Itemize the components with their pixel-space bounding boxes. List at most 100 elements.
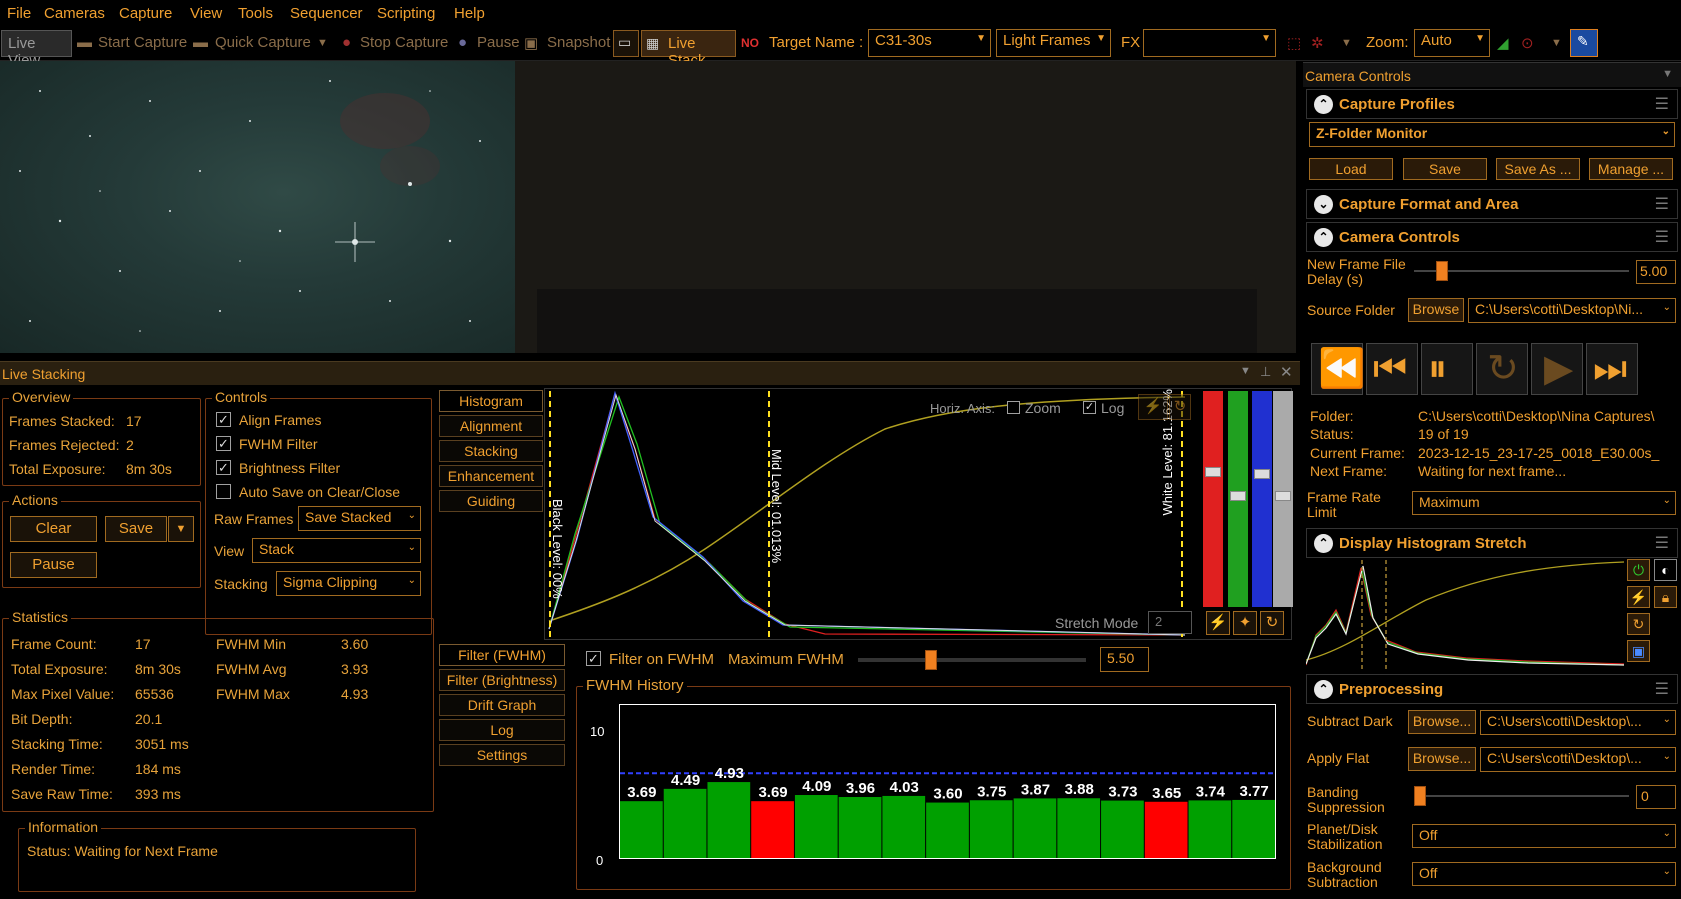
tab-alignment[interactable]: Alignment: [439, 415, 543, 437]
collapse-icon[interactable]: ⌃: [1314, 95, 1333, 114]
reset-icon[interactable]: ↻: [1260, 611, 1284, 635]
menu-help[interactable]: Help: [454, 5, 485, 22]
contrast-icon[interactable]: ◐: [1654, 559, 1677, 581]
raw-frames-select[interactable]: Save Stacked ⌄: [298, 506, 421, 531]
close-icon[interactable]: ✕: [1280, 363, 1293, 381]
filter-on-fwhm-checkbox[interactable]: ✓: [586, 651, 601, 666]
auto-stretch-icon[interactable]: ⚡: [1138, 394, 1168, 420]
menu-icon[interactable]: ☰: [1655, 533, 1669, 553]
menu-view[interactable]: View: [190, 5, 222, 22]
start-capture-button[interactable]: Start Capture: [98, 34, 187, 51]
load-button[interactable]: Load: [1309, 158, 1393, 180]
planet-select[interactable]: Off ⌄: [1412, 824, 1676, 848]
new-frame-delay-input[interactable]: 5.00: [1636, 260, 1676, 284]
expand-icon[interactable]: ⌄: [1314, 195, 1333, 214]
skip-back-button[interactable]: ⏮: [1366, 343, 1418, 395]
search-icon[interactable]: ⊙: [1521, 34, 1534, 52]
power-icon[interactable]: ⏻: [1627, 559, 1650, 581]
browse-button[interactable]: Browse: [1408, 298, 1464, 322]
stop-capture-button[interactable]: Stop Capture: [360, 34, 448, 51]
collapse-icon[interactable]: ⌃: [1314, 534, 1333, 553]
fx-select[interactable]: ▼: [1143, 29, 1276, 57]
menu-icon[interactable]: ☰: [1655, 94, 1669, 114]
save-as-button[interactable]: Save As ...: [1496, 158, 1580, 180]
brightness-filter-checkbox[interactable]: ✓: [216, 460, 231, 475]
preprocessing-header[interactable]: ⌃ Preprocessing ☰: [1306, 674, 1678, 704]
menu-sequencer[interactable]: Sequencer: [290, 5, 363, 22]
tab-filter-fwhm[interactable]: Filter (FWHM): [439, 644, 565, 666]
background-select[interactable]: Off ⌄: [1412, 862, 1676, 886]
refresh-button[interactable]: ↻: [1476, 343, 1528, 395]
menu-scripting[interactable]: Scripting: [377, 5, 435, 22]
chevron-down-icon[interactable]: ▼: [1341, 37, 1352, 49]
capture-profiles-header[interactable]: ⌃ Capture Profiles ☰: [1306, 89, 1678, 119]
play-button[interactable]: ▶: [1531, 343, 1583, 395]
auto-stretch-icon[interactable]: ⚡: [1206, 611, 1230, 635]
pin-icon[interactable]: ⊥: [1260, 364, 1271, 380]
tab-log[interactable]: Log: [439, 719, 565, 741]
zoom-select[interactable]: Auto ▼: [1414, 29, 1490, 57]
max-fwhm-slider[interactable]: [858, 650, 1086, 670]
live-view-button[interactable]: Live View: [1, 30, 72, 69]
tab-filter-brightness[interactable]: Filter (Brightness): [439, 669, 565, 691]
browse-dark-button[interactable]: Browse...: [1408, 710, 1476, 734]
green-slider[interactable]: [1228, 391, 1248, 607]
tab-stacking[interactable]: Stacking: [439, 440, 543, 462]
stretch-mode-select[interactable]: 2: [1148, 611, 1192, 634]
banding-slider[interactable]: [1414, 786, 1629, 806]
chevron-down-icon[interactable]: ▼: [1551, 37, 1562, 49]
chevron-down-icon[interactable]: ▼: [1662, 68, 1673, 80]
blue-slider[interactable]: [1252, 391, 1272, 607]
capture-profile-select[interactable]: Z-Folder Monitor ⌄: [1309, 122, 1675, 147]
frame-rate-select[interactable]: Maximum ⌄: [1412, 491, 1676, 515]
chevron-down-icon[interactable]: ▼: [168, 516, 194, 542]
view-select[interactable]: Stack ⌄: [252, 538, 421, 563]
menu-icon[interactable]: ☰: [1655, 227, 1669, 247]
monitor-icon[interactable]: ▭: [613, 30, 639, 57]
banding-input[interactable]: 0: [1636, 785, 1676, 809]
menu-tools[interactable]: Tools: [238, 5, 273, 22]
collapse-icon[interactable]: ⌃: [1314, 680, 1333, 699]
collapse-icon[interactable]: ⌃: [1314, 228, 1333, 247]
live-stack-button[interactable]: ▦ Live Stack: [641, 30, 736, 69]
red-slider[interactable]: [1203, 391, 1223, 607]
lock-icon[interactable]: 🔒︎: [1654, 586, 1677, 608]
save-icon[interactable]: ▣: [1627, 640, 1650, 662]
pause-button[interactable]: Pause: [477, 34, 520, 51]
crosshair-icon[interactable]: ✲: [1311, 34, 1324, 52]
luminance-slider[interactable]: [1273, 391, 1293, 607]
tab-drift-graph[interactable]: Drift Graph: [439, 694, 565, 716]
tab-guiding[interactable]: Guiding: [439, 490, 543, 512]
camera-controls-header[interactable]: ⌃ Camera Controls ☰: [1306, 222, 1678, 252]
display-histogram-header[interactable]: ⌃ Display Histogram Stretch ☰: [1306, 528, 1678, 558]
rewind-button[interactable]: ⏪: [1311, 343, 1365, 395]
frame-type-select[interactable]: Light Frames ▼: [996, 29, 1111, 57]
pause-button[interactable]: Pause: [10, 552, 97, 578]
auto-save-checkbox[interactable]: [216, 484, 231, 499]
pin-icon[interactable]: ✎: [1570, 29, 1598, 57]
pause-playback-button[interactable]: ⏸: [1421, 343, 1473, 395]
chevron-down-icon[interactable]: ▼: [317, 37, 328, 49]
auto-stretch-icon[interactable]: ⚡: [1627, 586, 1650, 608]
tab-settings[interactable]: Settings: [439, 744, 565, 766]
clear-button[interactable]: Clear: [10, 516, 97, 542]
skip-forward-button[interactable]: ⏭: [1586, 343, 1638, 395]
reset-icon[interactable]: ↻: [1169, 394, 1191, 420]
menu-cameras[interactable]: Cameras: [44, 5, 105, 22]
source-folder-input[interactable]: C:\Users\cotti\Desktop\Ni... ⌄: [1468, 298, 1676, 323]
histogram-icon[interactable]: ◢: [1497, 34, 1509, 52]
browse-flat-button[interactable]: Browse...: [1408, 747, 1476, 771]
star-icon[interactable]: ✦: [1233, 611, 1257, 635]
quick-capture-button[interactable]: Quick Capture: [215, 34, 311, 51]
tab-enhancement[interactable]: Enhancement: [439, 465, 543, 487]
zoom-checkbox[interactable]: [1007, 401, 1020, 414]
log-checkbox[interactable]: ✓: [1083, 401, 1096, 414]
save-profile-button[interactable]: Save: [1403, 158, 1487, 180]
menu-capture[interactable]: Capture: [119, 5, 172, 22]
dark-path-input[interactable]: C:\Users\cotti\Desktop\... ⌄: [1480, 710, 1676, 735]
max-fwhm-input[interactable]: 5.50: [1100, 647, 1149, 672]
chevron-down-icon[interactable]: ▼: [1240, 365, 1251, 377]
menu-file[interactable]: File: [7, 5, 31, 22]
snapshot-button[interactable]: Snapshot: [547, 34, 610, 51]
tab-histogram[interactable]: Histogram: [439, 390, 543, 412]
